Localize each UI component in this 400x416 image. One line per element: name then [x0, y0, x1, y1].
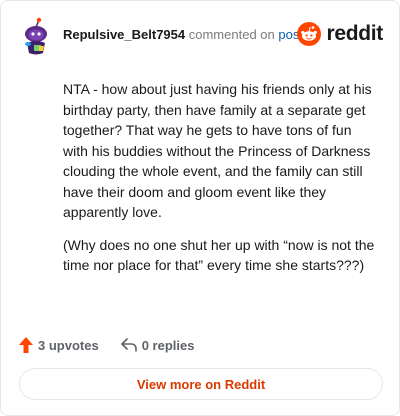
reddit-brand[interactable]: reddit — [297, 21, 383, 47]
comment-actions: 3 upvotes 0 replies — [19, 335, 216, 355]
comment-header: Repulsive_Belt7954 commented on post red… — [19, 15, 385, 55]
reddit-wordmark: reddit — [326, 22, 383, 45]
comment-body: NTA - how about just having his friends … — [63, 79, 379, 288]
commented-on-label: commented on — [188, 27, 275, 42]
upvote-button[interactable]: 3 upvotes — [19, 337, 99, 353]
reddit-logo-icon — [297, 22, 322, 46]
upvote-arrow-icon — [19, 337, 33, 353]
username-link[interactable]: Repulsive_Belt7954 — [63, 27, 185, 42]
upvote-count: 3 upvotes — [38, 337, 99, 353]
view-more-button[interactable]: View more on Reddit — [19, 368, 383, 400]
comment-paragraph: NTA - how about just having his friends … — [63, 81, 372, 220]
reply-count: 0 replies — [141, 337, 195, 353]
reply-arrow-icon — [120, 338, 137, 352]
reddit-comment-card: Repulsive_Belt7954 commented on post red… — [0, 0, 400, 416]
replies-button[interactable]: 0 replies — [120, 337, 195, 353]
comment-meta: Repulsive_Belt7954 commented on post — [63, 27, 303, 42]
comment-paragraph: (Why does no one shut her up with “now i… — [63, 236, 375, 274]
snoo-avatar-icon[interactable] — [19, 17, 55, 57]
